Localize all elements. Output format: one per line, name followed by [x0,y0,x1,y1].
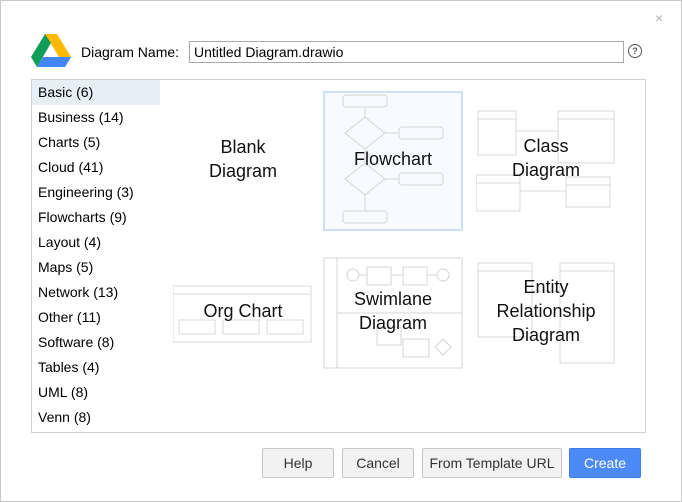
template-label: Blank Diagram [208,137,278,181]
category-item-network[interactable]: Network (13) [32,280,160,305]
category-item-engineering[interactable]: Engineering (3) [32,180,160,205]
template-org-chart[interactable]: Org Chart [173,242,313,382]
category-item-flowcharts[interactable]: Flowcharts (9) [32,205,160,230]
help-circle-icon[interactable]: ? [628,44,642,58]
template-label: Entity Relationship Diagram [496,277,596,345]
category-item-business[interactable]: Business (14) [32,105,160,130]
close-icon[interactable]: × [655,9,663,27]
template-label: Class Diagram [511,136,581,180]
diagram-name-label: Diagram Name: [81,44,180,60]
category-item-basic[interactable]: Basic (6) [32,80,160,105]
create-button[interactable]: Create [569,448,641,478]
template-label: Swimlane Diagram [353,289,433,333]
help-button[interactable]: Help [262,448,334,478]
template-label: Flowchart [353,149,433,169]
category-item-venn[interactable]: Venn (8) [32,405,160,430]
category-item-maps[interactable]: Maps (5) [32,255,160,280]
template-entity-relationship-diagram[interactable]: Entity Relationship Diagram [476,261,616,401]
from-template-url-button[interactable]: From Template URL [422,448,562,478]
google-drive-logo-icon [31,34,71,67]
category-list: Basic (6) Business (14) Charts (5) Cloud… [31,79,161,433]
template-swimlane-diagram[interactable]: Swimlane Diagram [323,257,463,397]
category-item-software[interactable]: Software (8) [32,330,160,355]
template-label: Org Chart [203,301,283,321]
category-item-uml[interactable]: UML (8) [32,380,160,405]
cancel-button[interactable]: Cancel [342,448,414,478]
category-item-cloud[interactable]: Cloud (41) [32,155,160,180]
category-item-other[interactable]: Other (11) [32,305,160,330]
category-item-charts[interactable]: Charts (5) [32,130,160,155]
template-flowchart[interactable]: Flowchart [323,91,463,231]
template-class-diagram[interactable]: Class Diagram [476,91,616,231]
category-item-layout[interactable]: Layout (4) [32,230,160,255]
template-blank-diagram[interactable]: Blank Diagram [173,91,313,231]
diagram-name-input[interactable] [189,41,624,63]
category-item-tables[interactable]: Tables (4) [32,355,160,380]
template-gallery: Blank Diagram Flowchart Class Diagram Or… [160,79,646,433]
